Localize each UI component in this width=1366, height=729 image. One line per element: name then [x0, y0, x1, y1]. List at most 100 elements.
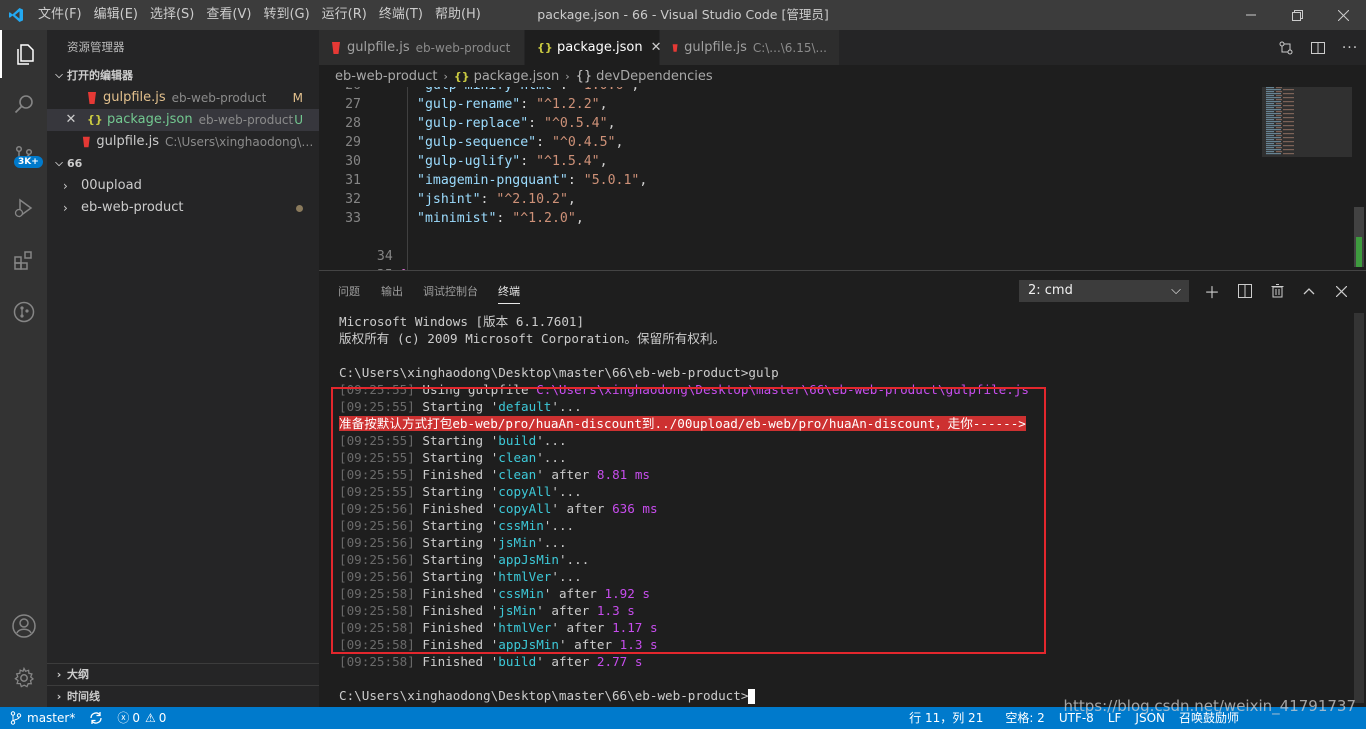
menu-view[interactable]: 查看(V) — [200, 0, 257, 30]
log-verb: Finished — [422, 501, 484, 516]
menu-file[interactable]: 文件(F) — [32, 0, 88, 30]
breadcrumb-file[interactable]: package.json — [474, 69, 560, 84]
editor-scrollbar[interactable] — [1352, 87, 1366, 270]
manage-activity[interactable] — [0, 654, 47, 702]
log-duration: 1.17 s — [612, 620, 658, 635]
kill-terminal-button[interactable] — [1266, 280, 1288, 302]
run-debug-activity[interactable] — [0, 184, 47, 232]
encourager-status[interactable]: 召唤鼓励师 — [1172, 707, 1246, 729]
split-terminal-button[interactable] — [1234, 280, 1256, 302]
menu-edit[interactable]: 编辑(E) — [88, 0, 144, 30]
folder-item-eb-web-product[interactable]: › eb-web-product — [47, 197, 319, 219]
search-icon — [14, 95, 33, 114]
log-duration: 636 ms — [612, 501, 658, 516]
gitlens-activity[interactable] — [0, 288, 47, 336]
json-file-icon: {} — [537, 41, 553, 54]
problems-status[interactable]: ⓧ 0 ⚠ 0 — [110, 707, 173, 729]
close-panel-button[interactable] — [1330, 280, 1352, 302]
outline-section-header[interactable]: › 大纲 — [47, 663, 319, 685]
open-editor-item-package-json[interactable]: ✕ {} package.json eb-web-product U — [47, 109, 319, 131]
log-task: clean — [498, 450, 537, 465]
log-after: after — [566, 620, 605, 635]
extensions-icon — [13, 251, 32, 270]
indentation-status[interactable]: 空格: 2 — [998, 707, 1052, 729]
accounts-activity[interactable] — [0, 602, 47, 650]
explorer-activity[interactable] — [0, 30, 47, 78]
folder-item-00upload[interactable]: › 00upload — [47, 175, 319, 197]
log-duration: 1.92 s — [604, 586, 650, 601]
tab-terminal[interactable]: 终端 — [498, 283, 520, 304]
tab-label: gulpfile.js — [684, 40, 747, 55]
log-timestamp: [09:25:56] — [339, 501, 415, 516]
menu-run[interactable]: 运行(R) — [316, 0, 373, 30]
menu-help[interactable]: 帮助(H) — [429, 0, 487, 30]
new-terminal-button[interactable]: ＋ — [1201, 280, 1223, 302]
more-actions-button[interactable]: ··· — [1334, 30, 1366, 65]
breadcrumb-symbol[interactable]: devDependencies — [596, 69, 712, 84]
minimize-button[interactable] — [1228, 0, 1274, 30]
terminal-select[interactable]: 2: cmd ⌵ — [1019, 280, 1189, 302]
terminal-output[interactable]: Microsoft Windows [版本 6.1.7601] 版权所有 (c)… — [339, 313, 1339, 705]
menu-terminal[interactable]: 终端(T) — [373, 0, 429, 30]
workspace-folder-header[interactable]: ⌵ 66 — [47, 153, 319, 175]
log-timestamp: [09:25:58] — [339, 603, 415, 618]
terminal-line: [09:25:56] Starting 'appJsMin'... — [339, 552, 590, 567]
tab-gulpfile-2[interactable]: gulpfile.js C:\...\6.15\... — [660, 30, 840, 65]
open-editor-item-gulpfile[interactable]: gulpfile.js eb-web-product M — [47, 87, 319, 109]
tab-package-json[interactable]: {} package.json ✕ — [525, 30, 662, 65]
open-changes-button[interactable] — [1270, 30, 1302, 65]
menu-go[interactable]: 转到(G) — [257, 0, 315, 30]
restore-button[interactable] — [1274, 0, 1320, 30]
log-duration: 8.81 ms — [596, 467, 650, 482]
code-line: 27 "gulp-rename": "^1.2.2", — [319, 95, 1239, 114]
outline-label: 大纲 — [67, 667, 89, 681]
language-mode[interactable]: JSON — [1128, 707, 1172, 729]
terminal-line: [09:25:55] Using gulpfile C:\Users\xingh… — [339, 382, 1029, 397]
panel-header: 问题 输出 调试控制台 终端 2: cmd ⌵ ＋ — [319, 271, 1366, 309]
code-line: 35 "dependencies": { — [319, 247, 1239, 270]
branch-status[interactable]: master* — [0, 707, 82, 729]
terminal-line: C:\Users\xinghaodong\Desktop\master\66\e… — [339, 365, 779, 380]
workspace-folder-label: 66 — [67, 157, 83, 170]
minimap[interactable] — [1262, 87, 1352, 270]
sync-button[interactable] — [82, 711, 110, 725]
gulp-file-icon — [88, 92, 96, 104]
search-activity[interactable] — [0, 80, 47, 128]
chevron-right-icon: › — [565, 69, 570, 83]
breadcrumb-folder[interactable]: eb-web-product — [335, 69, 438, 84]
close-window-button[interactable] — [1320, 0, 1366, 30]
terminal-scrollbar[interactable] — [1352, 313, 1366, 708]
open-editor-item-gulpfile-2[interactable]: gulpfile.js C:\Users\xinghaodong\Desk... — [47, 131, 319, 153]
code-editor[interactable]: 26"gulp-minify-html": "1.0.6",27"gulp-re… — [319, 87, 1366, 270]
close-editor-icon[interactable]: ✕ — [63, 109, 79, 131]
open-editors-header[interactable]: ⌵ 打开的编辑器 — [47, 65, 319, 87]
line-number: 29 — [345, 135, 361, 150]
tab-output[interactable]: 输出 — [381, 283, 403, 299]
window-controls — [1228, 0, 1366, 30]
code-line: 31 "imagemin-pngquant": "5.0.1", — [319, 171, 1239, 190]
terminal-line: Microsoft Windows [版本 6.1.7601] — [339, 314, 585, 329]
gulp-file-icon — [672, 43, 678, 52]
open-editor-folder: C:\Users\xinghaodong\Desk... — [165, 135, 319, 149]
timeline-section-header[interactable]: › 时间线 — [47, 685, 319, 707]
maximize-panel-button[interactable] — [1298, 280, 1320, 302]
extensions-activity[interactable] — [0, 236, 47, 284]
tab-label: package.json — [557, 40, 643, 55]
tab-description: eb-web-product — [415, 40, 511, 55]
split-editor-button[interactable] — [1302, 30, 1334, 65]
status-bar: master* ⓧ 0 ⚠ 0 行 11，列 21 空格: 2 UTF-8 LF… — [0, 707, 1366, 729]
code-line: 26"gulp-minify-html": "1.0.6", — [319, 87, 1239, 95]
eol-status[interactable]: LF — [1101, 707, 1129, 729]
tab-debug-console[interactable]: 调试控制台 — [423, 283, 478, 299]
log-verb: Finished — [422, 620, 484, 635]
cursor-position[interactable]: 行 11，列 21 — [902, 707, 990, 729]
menu-selection[interactable]: 选择(S) — [144, 0, 200, 30]
line-number: 31 — [345, 173, 361, 188]
tab-gulpfile[interactable]: gulpfile.js eb-web-product — [319, 30, 525, 65]
encoding-status[interactable]: UTF-8 — [1052, 707, 1101, 729]
log-timestamp: [09:25:58] — [339, 654, 415, 669]
tab-problems[interactable]: 问题 — [338, 283, 360, 299]
scrollbar-thumb[interactable] — [1354, 313, 1364, 703]
open-editor-folder: eb-web-product — [171, 91, 267, 105]
code-line: 30 "gulp-uglify": "^1.5.4", — [319, 152, 1239, 171]
